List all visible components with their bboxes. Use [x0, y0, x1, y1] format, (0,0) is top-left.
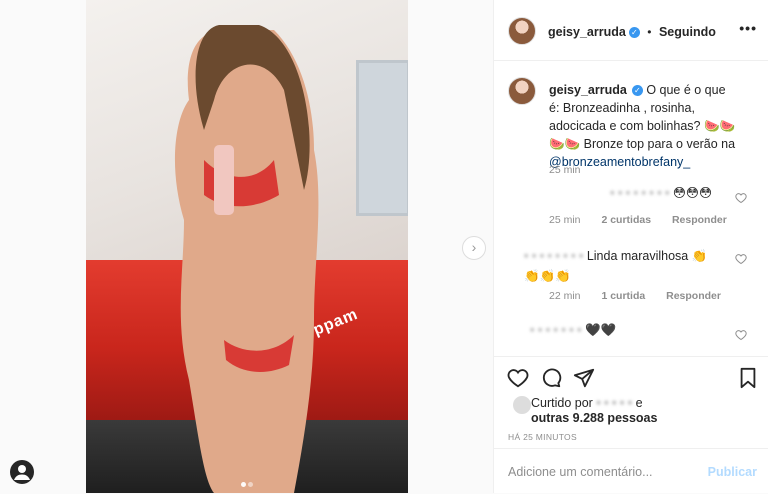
comment-3-text: 🖤🖤: [584, 323, 617, 337]
media-window: [356, 60, 408, 216]
author-avatar[interactable]: [508, 17, 536, 45]
author-username[interactable]: geisy_arruda: [548, 25, 626, 39]
comment-3-like-heart-icon[interactable]: [735, 329, 747, 341]
liked-by-others[interactable]: outras 9.288 pessoas: [531, 411, 657, 425]
comment-1-like-heart-icon[interactable]: [735, 192, 747, 204]
post-media[interactable]: Keppam: [86, 0, 408, 493]
media-person-figure: [174, 25, 319, 493]
comments-list: geisy_arruda ✓ O que é o que é: Bronzeadi…: [494, 61, 768, 355]
caption-username[interactable]: geisy_arruda: [549, 83, 627, 97]
caption-body: geisy_arruda ✓ O que é o que é: Bronzeadi…: [549, 81, 739, 171]
comment-1-hidden-author: • • • • • • • •: [610, 186, 670, 200]
separator-dot: •: [647, 25, 652, 39]
comment-2-like-heart-icon[interactable]: [735, 253, 747, 265]
comment-1-text: 😳😳😳: [672, 186, 712, 200]
add-comment-input[interactable]: Adicione um comentário...: [508, 465, 653, 479]
carousel-indicator: [240, 474, 254, 492]
add-comment-bar: Adicione um comentário... Publicar: [494, 448, 768, 494]
comment-3-hidden-author: • • • • • • •: [530, 323, 582, 337]
comment-2-hidden-author: • • • • • • • •: [524, 249, 584, 263]
chevron-right-icon: ›: [471, 239, 477, 255]
comment-2-meta: 22 min 1 curtida Responder: [549, 290, 721, 302]
comment-1-time[interactable]: 25 min: [549, 214, 581, 226]
following-button[interactable]: Seguindo: [659, 25, 716, 39]
likes-line-2: outras 9.288 pessoas: [531, 411, 657, 425]
comment-icon[interactable]: [540, 367, 562, 389]
carousel-dot: [248, 482, 253, 487]
comment-2-likes[interactable]: 1 curtida: [601, 290, 645, 302]
comment-2-reply-button[interactable]: Responder: [666, 290, 721, 302]
post-side-panel: geisy_arruda ✓ • Seguindo ••• geisy_arrud…: [493, 0, 768, 493]
verified-icon: ✓: [631, 85, 643, 96]
comment-row-3: • • • • • • • 🖤🖤: [530, 323, 680, 338]
comment-1-meta: 25 min 2 curtidas Responder: [549, 214, 727, 226]
comment-row-2: • • • • • • • • Linda maravilhosa 👏 👏👏👏: [524, 246, 724, 286]
heart-icon[interactable]: [507, 367, 529, 389]
comment-2-time[interactable]: 22 min: [549, 290, 581, 302]
share-icon[interactable]: [573, 367, 595, 389]
liked-by-hidden-user[interactable]: • • • • •: [596, 396, 632, 410]
post-timestamp[interactable]: HÁ 25 MINUTOS: [508, 432, 577, 442]
profile-avatar-icon[interactable]: [10, 460, 34, 484]
comment-row-1: • • • • • • • • 😳😳😳: [512, 185, 712, 200]
likes-line-1: Curtido por • • • • • e: [531, 396, 643, 410]
liked-by-prefix: Curtido por: [531, 396, 593, 410]
bookmark-icon[interactable]: [738, 367, 758, 389]
post-header: geisy_arruda ✓ • Seguindo •••: [494, 0, 768, 61]
comment-1-reply-button[interactable]: Responder: [672, 214, 727, 226]
caption-time[interactable]: 25 min: [549, 164, 581, 176]
publish-button[interactable]: Publicar: [708, 465, 757, 479]
carousel-dot: [241, 482, 246, 487]
more-options-icon[interactable]: •••: [739, 20, 757, 36]
comment-1-likes[interactable]: 2 curtidas: [601, 214, 651, 226]
author-line: geisy_arruda ✓ • Seguindo: [548, 23, 716, 41]
liked-by-suffix: e: [635, 396, 643, 410]
caption-avatar[interactable]: [508, 77, 536, 105]
next-media-button[interactable]: ›: [462, 236, 486, 260]
verified-icon: ✓: [628, 27, 640, 38]
liker-avatar[interactable]: [512, 395, 532, 415]
